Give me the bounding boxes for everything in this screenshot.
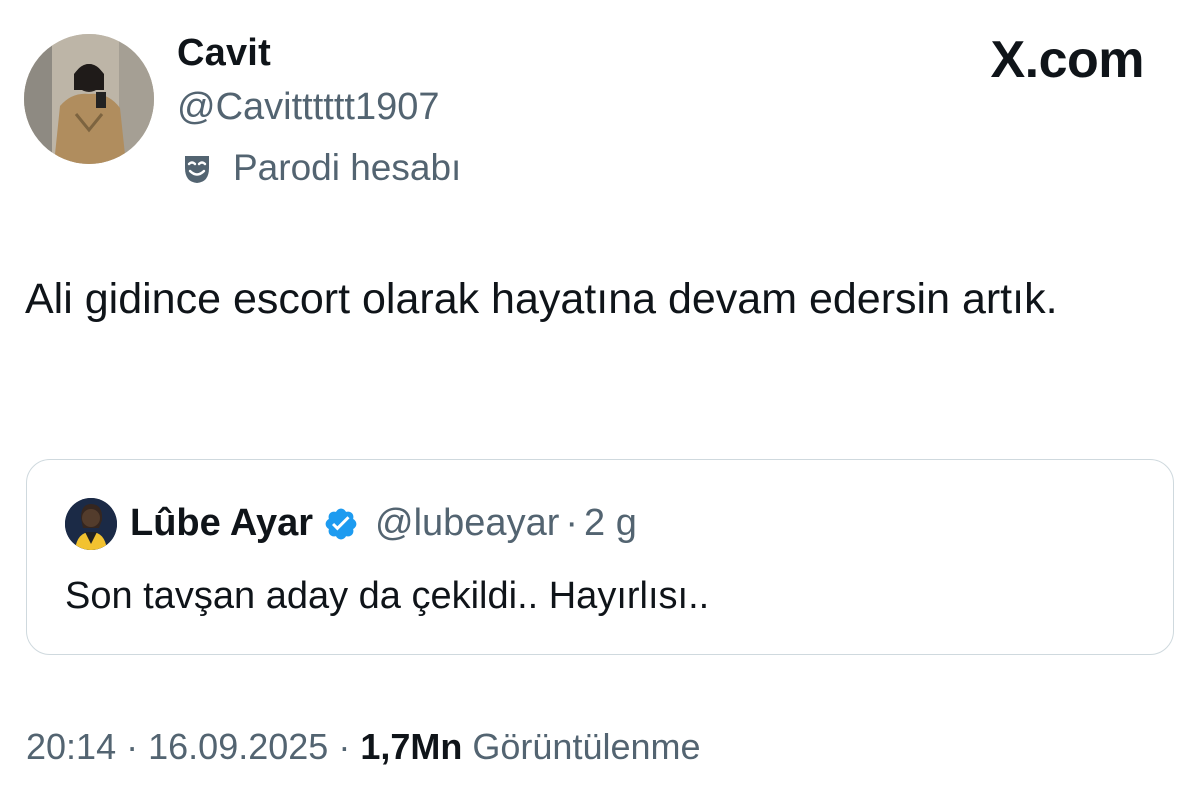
avatar-photo <box>24 34 154 164</box>
quoted-tweet-header: Lûbe Ayar @lubeayar · 2 g <box>130 502 637 545</box>
verified-badge-icon <box>323 506 359 542</box>
parody-account-label: Parodi hesabı <box>177 147 461 189</box>
meta-separator-1: · <box>126 726 139 767</box>
quoted-author-name[interactable]: Lûbe Ayar <box>130 502 313 545</box>
views-count[interactable]: 1,7Mn <box>360 726 462 767</box>
views-label: Görüntülenme <box>472 726 701 767</box>
quoted-avatar-photo <box>65 498 117 550</box>
author-handle[interactable]: @Cavitttttt1907 <box>177 86 439 129</box>
meta-separator-2: · <box>338 726 351 767</box>
quoted-author-avatar[interactable] <box>65 498 117 550</box>
quoted-tweet-time[interactable]: 2 g <box>584 502 637 545</box>
tweet-date[interactable]: 16.09.2025 <box>148 726 328 767</box>
tweet-time[interactable]: 20:14 <box>26 726 116 767</box>
parody-mask-icon <box>179 150 215 186</box>
quoted-separator: · <box>565 502 579 544</box>
tweet-metadata: 20:14 · 16.09.2025 · 1,7Mn Görüntülenme <box>26 726 701 768</box>
quoted-tweet-text: Son tavşan aday da çekildi.. Hayırlısı.. <box>65 575 710 617</box>
tweet-text: Ali gidince escort olarak hayatına devam… <box>25 275 1058 323</box>
x-com-brand: X.com <box>990 31 1144 89</box>
author-display-name[interactable]: Cavit <box>177 32 271 75</box>
author-avatar[interactable] <box>24 34 154 164</box>
parody-label-text: Parodi hesabı <box>233 147 462 188</box>
quoted-tweet-card[interactable]: Lûbe Ayar @lubeayar · 2 g Son tavşan ada… <box>26 459 1174 655</box>
quoted-author-handle[interactable]: @lubeayar <box>375 502 559 545</box>
